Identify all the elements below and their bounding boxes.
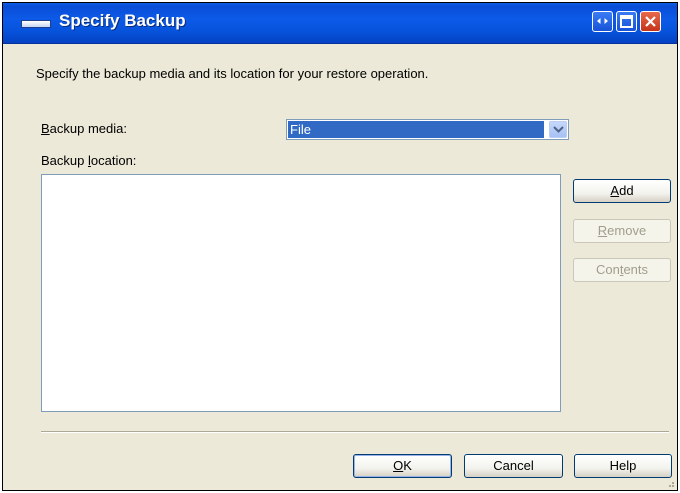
window-icon	[21, 20, 51, 28]
window-title: Specify Backup	[59, 11, 186, 30]
restore-down-button[interactable]	[592, 11, 613, 32]
backup-media-label: Backup media:	[41, 121, 127, 136]
instruction-text: Specify the backup media and its locatio…	[36, 66, 429, 81]
cancel-button[interactable]: Cancel	[464, 454, 563, 478]
maximize-button[interactable]	[616, 11, 637, 32]
dropdown-button[interactable]	[549, 121, 567, 138]
add-button[interactable]: Add	[573, 179, 671, 203]
ok-button[interactable]: OK	[353, 454, 452, 478]
maximize-icon	[620, 15, 633, 28]
backup-media-selected-value: File	[288, 121, 544, 138]
resize-grip-icon[interactable]	[665, 478, 675, 488]
dialog-body: Specify the backup media and its locatio…	[3, 44, 677, 490]
chevron-down-icon	[553, 126, 564, 133]
help-button[interactable]: Help	[574, 454, 672, 478]
backup-media-select[interactable]: File	[286, 119, 569, 140]
footer-separator-highlight	[41, 432, 669, 433]
close-icon	[645, 16, 656, 27]
title-bar[interactable]: Specify Backup	[3, 3, 677, 44]
close-button[interactable]	[640, 11, 661, 32]
remove-button[interactable]: Remove	[573, 219, 671, 243]
specify-backup-dialog: Specify Backup Specify the backup media …	[2, 2, 678, 491]
backup-location-label: Backup location:	[41, 153, 137, 168]
backup-location-list[interactable]	[41, 174, 561, 412]
contents-button[interactable]: Contents	[573, 258, 671, 282]
restore-arrows-icon	[597, 18, 608, 24]
